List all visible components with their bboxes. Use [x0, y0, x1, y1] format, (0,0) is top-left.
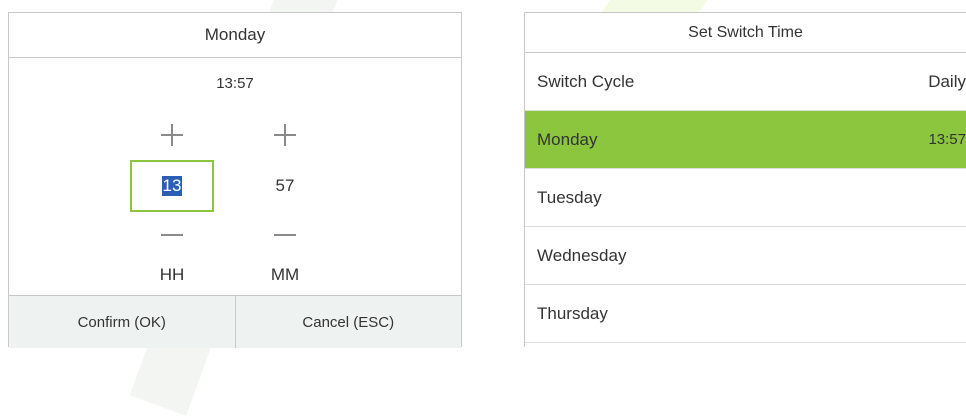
minute-increment-button[interactable]: [243, 117, 327, 153]
minute-unit-label: MM: [270, 265, 300, 284]
switch-time-panel: Set Switch Time Switch Cycle Daily Monda…: [524, 12, 966, 347]
hour-input[interactable]: 13: [130, 160, 214, 212]
time-edit-dialog: Monday 13:57 13 HH 57 MM Confirm (OK) Ca…: [8, 12, 462, 348]
plus-icon: [161, 124, 183, 146]
hour-decrement-button[interactable]: [130, 225, 214, 245]
list-item-monday[interactable]: Monday 13:57: [525, 111, 966, 169]
row-label: Thursday: [537, 303, 608, 323]
cancel-button[interactable]: Cancel (ESC): [234, 296, 461, 348]
minus-icon: [274, 234, 296, 236]
hour-unit-label: HH: [159, 265, 185, 284]
list-item-switch-cycle[interactable]: Switch Cycle Daily: [525, 53, 966, 111]
dialog-button-bar: Confirm (OK) Cancel (ESC): [9, 295, 461, 348]
dialog-title: Monday: [9, 13, 461, 58]
minute-input[interactable]: 57: [243, 160, 327, 212]
row-label: Switch Cycle: [537, 71, 635, 91]
list-item-thursday[interactable]: Thursday: [525, 285, 966, 343]
minute-decrement-button[interactable]: [243, 225, 327, 245]
row-value: 13:57: [928, 131, 966, 148]
hour-value: 13: [161, 176, 183, 196]
confirm-button[interactable]: Confirm (OK): [9, 296, 235, 348]
row-value: Daily: [928, 71, 966, 91]
list-item-wednesday[interactable]: Wednesday: [525, 227, 966, 285]
list-item-tuesday[interactable]: Tuesday: [525, 169, 966, 227]
row-label: Monday: [537, 129, 598, 149]
current-time-display: 13:57: [216, 75, 254, 92]
row-label: Tuesday: [537, 187, 602, 207]
minute-value: 57: [275, 176, 295, 195]
minus-icon: [161, 234, 183, 236]
hour-increment-button[interactable]: [130, 117, 214, 153]
row-label: Wednesday: [537, 245, 627, 265]
panel-title: Set Switch Time: [525, 13, 966, 53]
plus-icon: [274, 124, 296, 146]
